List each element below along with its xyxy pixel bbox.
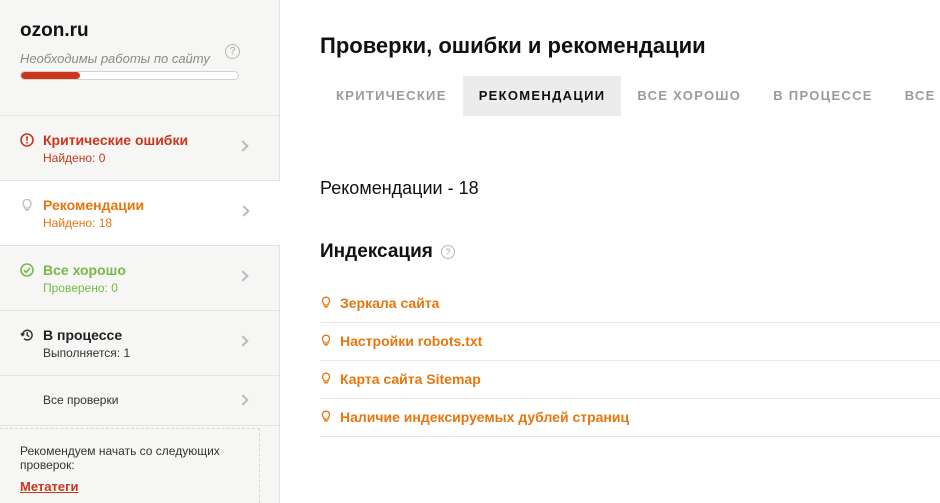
help-icon[interactable]: ? <box>225 44 240 59</box>
list-item-label: Настройки robots.txt <box>340 333 483 349</box>
help-icon[interactable]: ? <box>440 245 455 259</box>
list-item[interactable]: Настройки robots.txt <box>320 323 940 361</box>
tab-critical[interactable]: КРИТИЧЕСКИЕ <box>320 76 463 116</box>
nav-in-progress[interactable]: В процессе Выполняется: 1 <box>0 311 279 376</box>
recommended-check-link[interactable]: Метатеги <box>20 479 79 494</box>
next-section-title-partial <box>320 490 350 503</box>
list-item[interactable]: Зеркала сайта <box>320 285 940 323</box>
list-item[interactable]: Наличие индексируемых дублей страниц <box>320 399 940 437</box>
lightbulb-icon <box>321 372 331 384</box>
nav-in-progress-count: Выполняется: 1 <box>43 346 131 360</box>
section-header: Индексация ? <box>320 241 455 263</box>
list-item-label: Зеркала сайта <box>340 295 440 311</box>
site-progress-bar <box>20 71 239 80</box>
tab-in-progress[interactable]: В ПРОЦЕССЕ <box>757 76 889 116</box>
nav-recommendations-count: Найдено: 18 <box>43 216 113 230</box>
alert-circle-icon <box>20 133 34 147</box>
lightbulb-icon <box>321 296 331 308</box>
nav-critical-count: Найдено: 0 <box>43 151 106 165</box>
check-circle-icon <box>20 263 34 277</box>
site-header: ozon.ru Необходимы работы по сайту ? <box>0 0 279 116</box>
section-title: Индексация <box>320 241 433 262</box>
recommendation-list: Зеркала сайта Настройки robots.txt Карта… <box>320 285 940 437</box>
nav-critical-errors[interactable]: Критические ошибки Найдено: 0 <box>0 116 279 181</box>
nav-all-checks[interactable]: Все проверки <box>0 376 279 426</box>
recommendations-count-heading: Рекомендации - 18 <box>320 178 479 198</box>
sidebar: ozon.ru Необходимы работы по сайту ? Кри… <box>0 0 280 503</box>
tab-all-good[interactable]: ВСЕ ХОРОШО <box>621 76 757 116</box>
nav-all-good[interactable]: Все хорошо Проверено: 0 <box>0 246 279 311</box>
site-name: ozon.ru <box>20 20 89 41</box>
list-item[interactable]: Карта сайта Sitemap <box>320 361 940 399</box>
tab-all[interactable]: ВСЕ <box>889 76 940 116</box>
tab-recommendations[interactable]: РЕКОМЕНДАЦИИ <box>462 76 622 116</box>
lightbulb-icon <box>22 198 32 211</box>
nav-all-good-count: Проверено: 0 <box>43 281 118 295</box>
list-item-label: Карта сайта Sitemap <box>340 371 481 387</box>
list-item-label: Наличие индексируемых дублей страниц <box>340 409 630 425</box>
history-icon <box>20 329 33 341</box>
nav-recommendations[interactable]: Рекомендации Найдено: 18 <box>0 181 280 246</box>
site-status: Необходимы работы по сайту <box>20 51 210 66</box>
lightbulb-icon <box>321 334 331 346</box>
site-progress-fill <box>21 72 80 79</box>
page-title: Проверки, ошибки и рекомендации <box>320 33 706 58</box>
recommended-checks-text: Рекомендуем начать со следующих проверок… <box>20 444 220 472</box>
tab-bar: КРИТИЧЕСКИЕ РЕКОМЕНДАЦИИ ВСЕ ХОРОШО В ПР… <box>320 76 940 116</box>
recommended-checks-box: Рекомендуем начать со следующих проверок… <box>0 428 260 503</box>
lightbulb-icon <box>321 410 331 422</box>
